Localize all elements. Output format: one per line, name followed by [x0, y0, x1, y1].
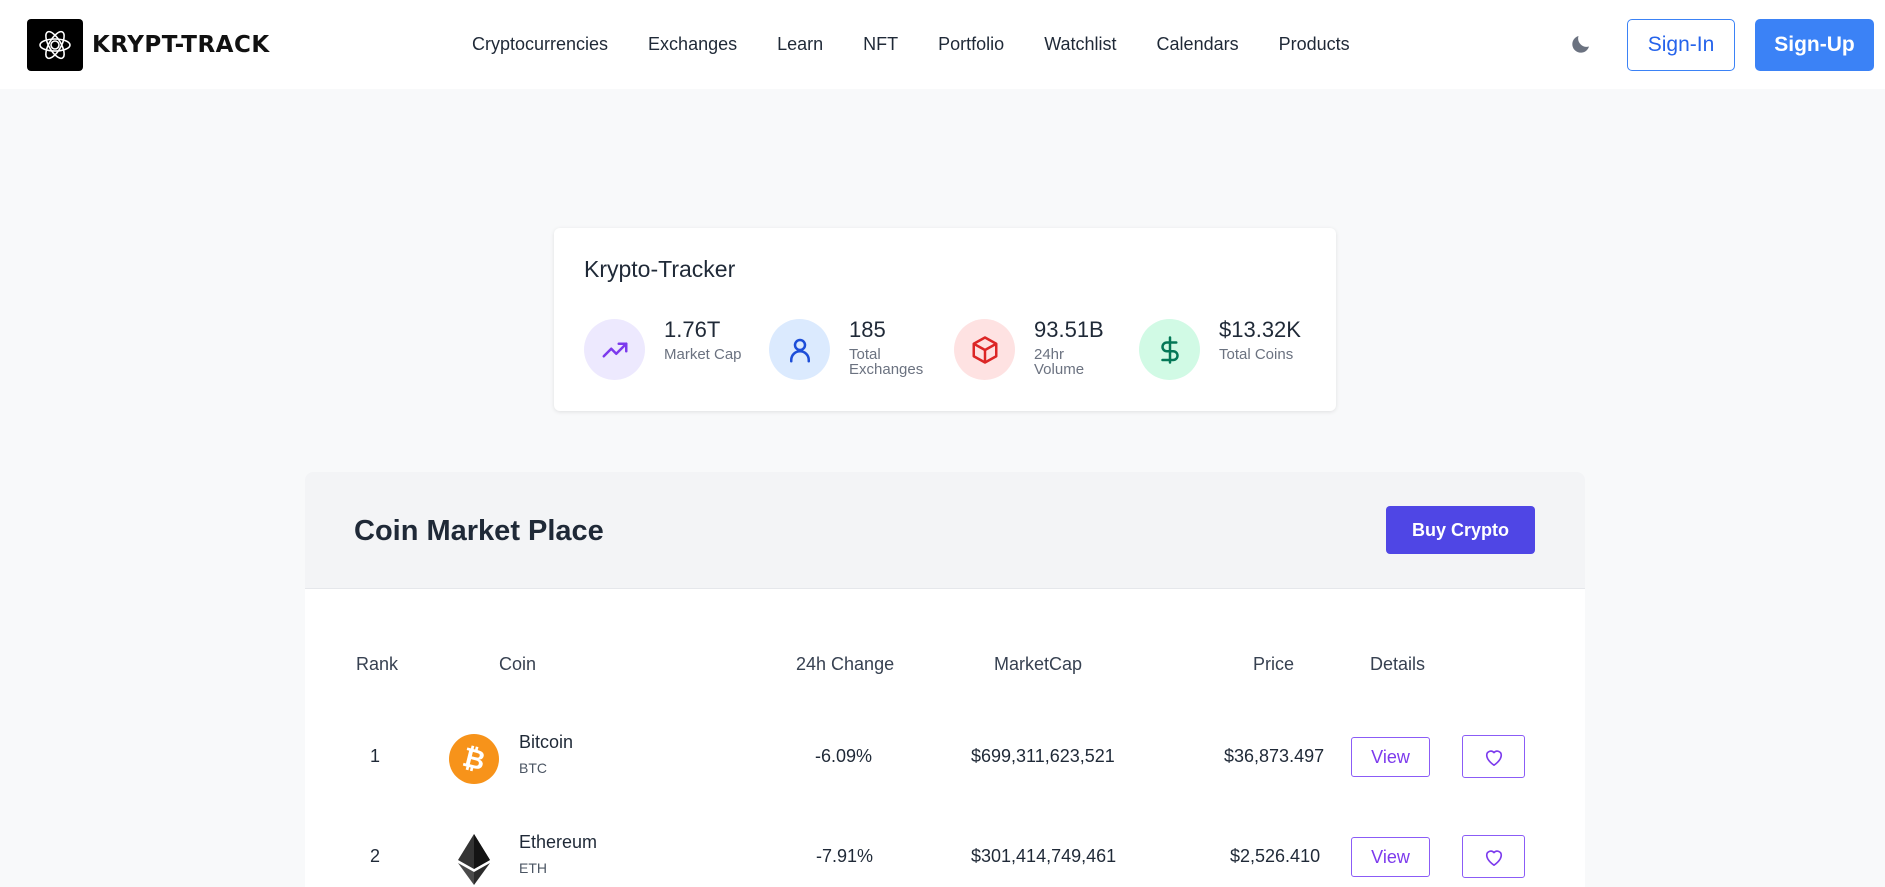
stat-value: 1.76T [664, 317, 721, 342]
moon-icon[interactable] [1569, 32, 1593, 56]
view-button[interactable]: View [1351, 837, 1430, 877]
view-button[interactable]: View [1351, 737, 1430, 777]
column-header-coin: Coin [499, 654, 537, 674]
sign-up-button[interactable]: Sign-Up [1755, 19, 1874, 71]
buy-crypto-button[interactable]: Buy Crypto [1386, 506, 1535, 554]
stat-24hr-volume: 93.51B 24hr Volume [954, 317, 1114, 380]
table-row: 2 Ethereum ETH -7.91% $301,414,749,461 $… [305, 810, 1585, 887]
marketcap-cell: $301,414,749,461 [971, 846, 1117, 866]
marketcap-cell: $699,311,623,521 [971, 746, 1115, 766]
market-title: Coin Market Place [354, 515, 604, 547]
column-header-marketcap: MarketCap [994, 654, 1083, 674]
stats-card: Krypto-Tracker 1.76T Market Cap 185 Tota… [554, 228, 1336, 411]
stat-value: 93.51B [1034, 317, 1104, 342]
cube-icon [954, 319, 1015, 380]
main-nav: Cryptocurrencies Exchanges Learn NFT Por… [472, 34, 1390, 55]
brand-name: KRYPT-TRACK [92, 32, 270, 58]
stat-label: Market Cap [664, 346, 742, 363]
rank-cell: 1 [370, 746, 381, 766]
column-header-24h-change: 24h Change [796, 654, 895, 674]
market-header: Coin Market Place Buy Crypto [305, 472, 1585, 589]
stat-value: 185 [849, 317, 886, 342]
column-header-details: Details [1370, 654, 1426, 674]
top-navbar: KRYPT-TRACK Cryptocurrencies Exchanges L… [0, 0, 1885, 89]
trending-up-icon [584, 319, 645, 380]
nav-item-products[interactable]: Products [1279, 34, 1350, 55]
price-cell: $36,873.497 [1224, 746, 1325, 766]
rank-cell: 2 [370, 846, 381, 866]
watchlist-heart-button[interactable] [1462, 735, 1525, 778]
column-header-price: Price [1253, 654, 1295, 674]
stat-total-exchanges: 185 Total Exchanges [769, 317, 929, 380]
bitcoin-logo: ₿ [449, 734, 499, 784]
sign-in-button[interactable]: Sign-In [1627, 19, 1735, 71]
stat-market-cap: 1.76T Market Cap [584, 317, 744, 380]
table-row: 1 ₿ Bitcoin BTC -6.09% $699,311,623,521 … [305, 710, 1585, 800]
heart-icon [1485, 749, 1502, 766]
change-cell: -7.91% [816, 846, 874, 866]
stat-value: $13.32K [1219, 317, 1301, 342]
heart-icon [1485, 849, 1502, 866]
nav-item-watchlist[interactable]: Watchlist [1044, 34, 1116, 55]
brand-logo[interactable]: KRYPT-TRACK [27, 19, 270, 71]
column-header-rank: Rank [356, 654, 399, 674]
stat-label: Total Coins [1219, 346, 1294, 363]
stat-label: Total Exchanges [849, 346, 924, 378]
nav-item-learn[interactable]: Learn [777, 34, 823, 55]
ethereum-logo [449, 832, 499, 885]
logo-icon [27, 19, 83, 71]
nav-item-nft[interactable]: NFT [863, 34, 898, 55]
coin-symbol: BTC [519, 760, 547, 776]
user-icon [769, 319, 830, 380]
stats-title: Krypto-Tracker [584, 256, 736, 282]
coin-name: Bitcoin [519, 732, 574, 752]
coin-name: Ethereum [519, 832, 598, 852]
change-cell: -6.09% [815, 746, 873, 766]
price-cell: $2,526.410 [1230, 846, 1321, 866]
nav-item-portfolio[interactable]: Portfolio [938, 34, 1004, 55]
stat-total-coins: $13.32K Total Coins [1139, 317, 1301, 380]
nav-item-cryptocurrencies[interactable]: Cryptocurrencies [472, 34, 608, 55]
coin-symbol: ETH [519, 860, 547, 876]
nav-item-exchanges[interactable]: Exchanges [648, 34, 737, 55]
watchlist-heart-button[interactable] [1462, 835, 1525, 878]
nav-item-calendars[interactable]: Calendars [1157, 34, 1239, 55]
coin-market-section: Coin Market Place Buy Crypto Rank Coin 2… [305, 472, 1585, 887]
stat-label: 24hr Volume [1034, 346, 1085, 378]
dollar-icon [1139, 319, 1200, 380]
